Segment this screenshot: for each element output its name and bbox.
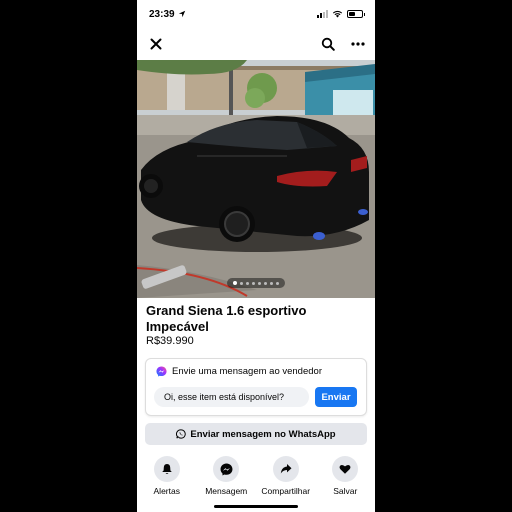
share-label: Compartilhar xyxy=(261,486,311,496)
message-action-label: Mensagem xyxy=(205,486,248,496)
send-button[interactable]: Enviar xyxy=(315,387,357,407)
save-label: Salvar xyxy=(333,486,358,496)
status-bar: 23:39 xyxy=(137,0,375,28)
save-button[interactable]: Salvar xyxy=(317,456,373,500)
location-arrow-icon xyxy=(178,10,185,18)
status-time: 23:39 xyxy=(149,8,175,20)
search-icon xyxy=(321,37,335,51)
whatsapp-button[interactable]: Enviar mensagem no WhatsApp xyxy=(145,423,367,445)
whatsapp-button-label: Enviar mensagem no WhatsApp xyxy=(190,428,336,440)
whatsapp-icon xyxy=(176,429,187,439)
pagination-dot xyxy=(264,281,267,285)
share-button[interactable]: Compartilhar xyxy=(258,456,314,500)
phone-screen: 23:39 Grand Siena 1.6 esportivo Impecáve… xyxy=(137,0,375,512)
pagination-dot xyxy=(233,281,237,285)
bell-icon xyxy=(161,464,172,474)
search-button[interactable] xyxy=(319,35,337,53)
cellular-signal-icon xyxy=(317,10,328,18)
pagination-dot xyxy=(258,281,261,285)
alerts-button[interactable]: Alertas xyxy=(139,456,195,500)
photo-pagination-dots xyxy=(227,278,285,288)
close-button[interactable] xyxy=(147,35,165,53)
messenger-icon xyxy=(156,366,167,377)
listing-price: R$39.990 xyxy=(146,335,194,347)
battery-icon xyxy=(347,10,365,18)
wifi-icon xyxy=(332,10,343,18)
close-icon xyxy=(150,38,162,50)
message-input[interactable]: Oi, esse item está disponível? xyxy=(154,387,309,407)
message-action-button[interactable]: Mensagem xyxy=(198,456,254,500)
more-options-button[interactable] xyxy=(349,35,367,53)
pagination-dot xyxy=(240,281,243,285)
more-icon xyxy=(351,42,365,46)
car-photo-illustration xyxy=(137,60,375,298)
pagination-dot xyxy=(252,281,255,285)
seller-message-card: Envie uma mensagem ao vendedor Oi, esse … xyxy=(145,358,367,416)
alerts-label: Alertas xyxy=(153,486,180,496)
action-row: Alertas Mensagem Compartilhar Salvar xyxy=(137,456,375,500)
heart-icon xyxy=(339,464,351,474)
pagination-dot xyxy=(270,281,273,285)
top-bar xyxy=(137,30,375,58)
listing-photo[interactable] xyxy=(137,60,375,298)
pagination-dot xyxy=(246,281,249,285)
listing-title: Grand Siena 1.6 esportivo Impecável xyxy=(146,303,307,334)
messenger-icon xyxy=(220,463,233,475)
home-indicator[interactable] xyxy=(214,505,298,508)
share-icon xyxy=(280,464,292,474)
pagination-dot xyxy=(276,281,279,285)
message-card-header: Envie uma mensagem ao vendedor xyxy=(172,366,322,377)
